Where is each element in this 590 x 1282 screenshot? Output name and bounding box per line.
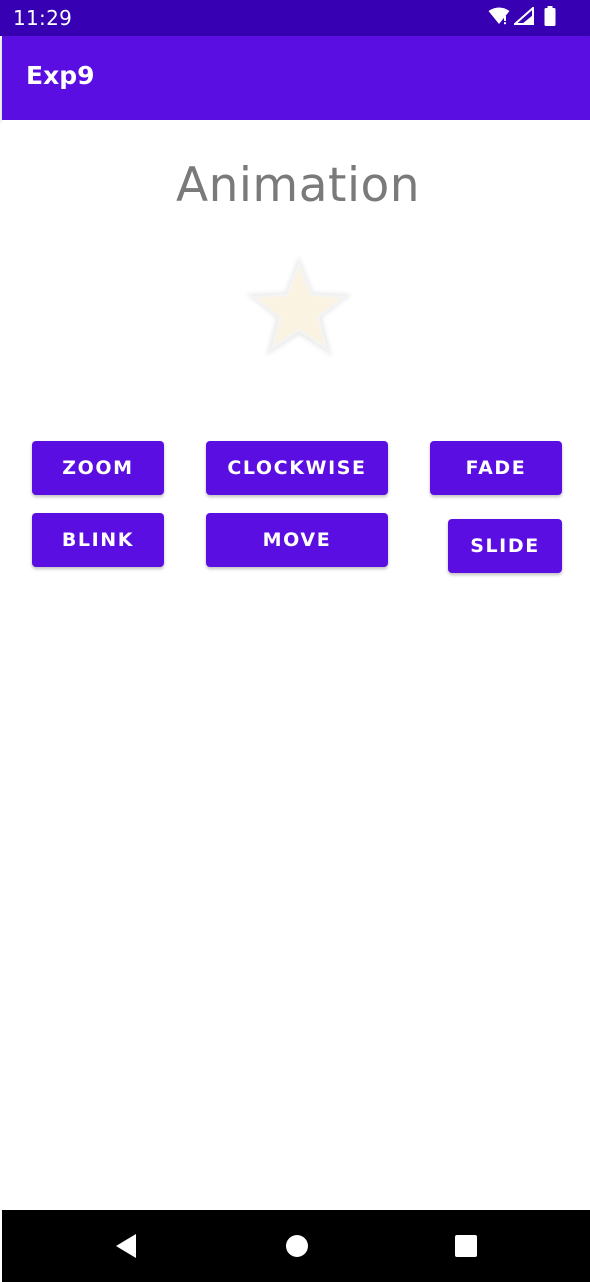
page-heading: Animation bbox=[175, 158, 421, 213]
move-button[interactable]: MOVE bbox=[206, 513, 388, 567]
app-title: Exp9 bbox=[26, 61, 95, 90]
main-content: Animation ZOOM CLOCKWISE FADE BLINK MOVE… bbox=[2, 120, 590, 1210]
status-time: 11:29 bbox=[13, 6, 73, 30]
back-icon[interactable] bbox=[112, 1232, 140, 1260]
signal-icon bbox=[512, 5, 534, 29]
zoom-button[interactable]: ZOOM bbox=[32, 441, 164, 495]
blink-button[interactable]: BLINK bbox=[32, 513, 164, 567]
navigation-bar bbox=[2, 1210, 590, 1282]
home-icon[interactable] bbox=[283, 1232, 311, 1260]
app-bar: Exp9 bbox=[2, 36, 590, 120]
wifi-icon bbox=[488, 7, 510, 29]
status-bar: 11:29 bbox=[0, 0, 590, 36]
clockwise-button[interactable]: CLOCKWISE bbox=[206, 441, 388, 495]
slide-button[interactable]: SLIDE bbox=[448, 519, 562, 573]
recents-icon[interactable] bbox=[452, 1232, 480, 1260]
fade-button[interactable]: FADE bbox=[430, 441, 562, 495]
battery-icon bbox=[544, 6, 556, 30]
status-icons bbox=[488, 5, 556, 30]
star-icon bbox=[240, 250, 358, 362]
